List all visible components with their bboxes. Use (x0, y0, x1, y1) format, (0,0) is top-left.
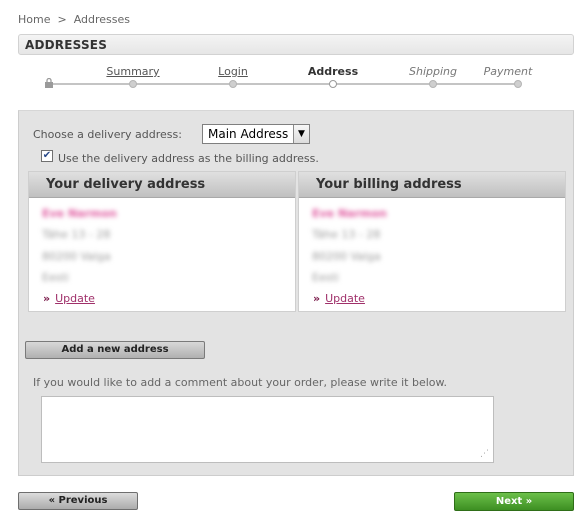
delivery-address-name: Eve Narmon (42, 207, 117, 220)
chevron-down-icon: ▼ (293, 125, 309, 143)
comment-textarea[interactable] (41, 396, 494, 463)
billing-address-card: Your billing address Eve Narmon Tähe 13 … (298, 171, 566, 312)
delivery-address-city: 80200 Valga (42, 250, 111, 263)
step-shipping: Shipping (409, 65, 457, 78)
billing-same-checkbox[interactable]: ✔ (41, 150, 53, 162)
delivery-address-street: Tähe 13 - 28 (42, 228, 111, 241)
step-dot-shipping (429, 80, 437, 88)
step-payment: Payment (483, 65, 533, 78)
steps-progress-line (47, 83, 521, 85)
double-chevron-right-icon: » (43, 292, 51, 305)
delivery-address-heading: Your delivery address (29, 172, 295, 198)
next-button[interactable]: Next » (454, 492, 574, 511)
step-dot-summary (129, 80, 137, 88)
delivery-address-country: Eesti (42, 271, 69, 284)
billing-update-link[interactable]: » Update (313, 292, 365, 305)
breadcrumb: Home > Addresses (18, 13, 130, 26)
resize-grip-icon[interactable]: ⋰ (480, 449, 491, 460)
billing-address-heading: Your billing address (299, 172, 565, 198)
step-dot-payment (514, 80, 522, 88)
step-summary-link[interactable]: Summary (106, 65, 159, 78)
delivery-address-selected-value: Main Address (208, 127, 289, 141)
step-address-current: Address (307, 65, 359, 78)
step-dot-address (329, 80, 337, 88)
delivery-address-card: Your delivery address Eve Narmon Tähe 13… (28, 171, 296, 312)
step-dot-login (229, 80, 237, 88)
comment-label: If you would like to add a comment about… (33, 376, 448, 389)
billing-update-label: Update (325, 292, 365, 305)
delivery-update-label: Update (55, 292, 95, 305)
previous-button[interactable]: « Previous (18, 492, 138, 510)
breadcrumb-separator: > (57, 13, 67, 26)
add-address-button[interactable]: Add a new address (25, 341, 205, 359)
page-title: ADDRESSES (25, 38, 108, 52)
billing-same-label: Use the delivery address as the billing … (58, 152, 319, 165)
delivery-address-label: Choose a delivery address: (33, 128, 182, 141)
breadcrumb-current: Addresses (73, 13, 131, 26)
billing-address-name: Eve Narmon (312, 207, 387, 220)
billing-address-street: Tähe 13 - 28 (312, 228, 381, 241)
breadcrumb-home-link[interactable]: Home (18, 13, 50, 26)
billing-address-city: 80200 Valga (312, 250, 381, 263)
billing-address-country: Eesti (312, 271, 339, 284)
delivery-address-select[interactable]: Main Address ▼ (202, 124, 310, 144)
section-header: ADDRESSES (18, 34, 574, 55)
step-login-link[interactable]: Login (218, 65, 248, 78)
lock-icon (45, 78, 53, 88)
delivery-update-link[interactable]: » Update (43, 292, 95, 305)
double-chevron-right-icon: » (313, 292, 321, 305)
